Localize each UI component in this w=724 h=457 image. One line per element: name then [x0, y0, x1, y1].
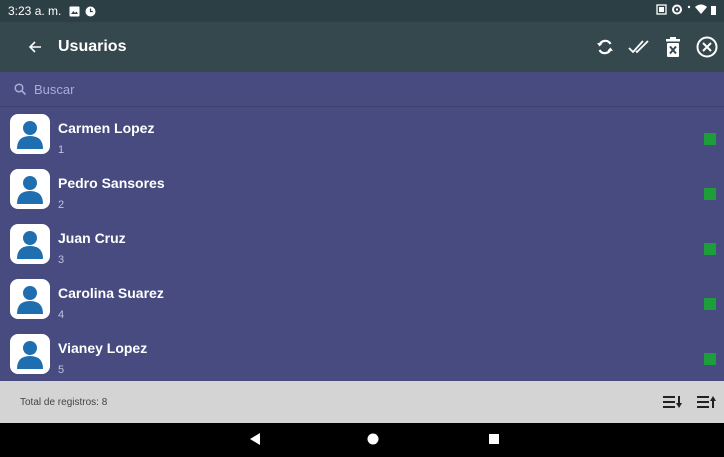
- search-icon: [14, 83, 26, 95]
- user-name: Pedro Sansores: [58, 175, 165, 191]
- image-notification-icon: [69, 6, 80, 17]
- trash-x-icon: [666, 37, 680, 57]
- avatar: [10, 114, 50, 154]
- user-row[interactable]: Pedro Sansores 2: [0, 162, 724, 217]
- avatar: [10, 334, 50, 374]
- search-input[interactable]: [34, 81, 634, 97]
- list-sort-up-icon: [697, 396, 716, 408]
- double-check-icon: [628, 40, 649, 54]
- avatar: [10, 169, 50, 209]
- battery-icon: [711, 4, 716, 18]
- delete-button[interactable]: [656, 22, 690, 72]
- screen-icon: [656, 4, 667, 18]
- user-avatar-icon: [17, 341, 43, 369]
- user-avatar-icon: [17, 121, 43, 149]
- wifi-icon: [695, 4, 707, 18]
- user-name: Carolina Suarez: [58, 285, 164, 301]
- sort-ascending-button[interactable]: [690, 395, 724, 409]
- user-row[interactable]: Vianey Lopez 5: [0, 327, 724, 381]
- status-indicator: [704, 298, 716, 310]
- user-id: 2: [58, 199, 65, 211]
- search-bar: [0, 72, 724, 107]
- app-bar: Usuarios: [0, 22, 724, 72]
- nav-home-button[interactable]: [366, 432, 380, 451]
- user-avatar-icon: [17, 231, 43, 259]
- page-title: Usuarios: [58, 38, 127, 55]
- close-circle-icon: [696, 36, 718, 58]
- arrow-left-icon: [28, 41, 41, 53]
- user-avatar-icon: [17, 176, 43, 204]
- square-recents-icon: [489, 434, 499, 444]
- avatar: [10, 224, 50, 264]
- user-row[interactable]: Carolina Suarez 4: [0, 272, 724, 327]
- list-sort-down-icon: [663, 396, 682, 408]
- status-time: 3:23 a. m.: [8, 4, 62, 18]
- data-saver-icon: [671, 4, 683, 18]
- nav-recents-button[interactable]: [487, 432, 501, 451]
- user-name: Juan Cruz: [58, 230, 126, 246]
- user-row[interactable]: Juan Cruz 3: [0, 217, 724, 272]
- user-id: 3: [58, 254, 65, 266]
- status-indicator: [704, 188, 716, 200]
- status-bar: 3:23 a. m.: [0, 0, 724, 22]
- user-list: Carmen Lopez 1 Pedro Sansores 2 Juan Cruz 3 Ca…: [0, 107, 724, 381]
- sort-descending-button[interactable]: [656, 395, 690, 409]
- user-name: Vianey Lopez: [58, 340, 148, 356]
- status-indicator: [704, 243, 716, 255]
- nav-back-button[interactable]: [248, 432, 262, 451]
- sync-button[interactable]: [588, 22, 622, 72]
- dot-icon: [687, 4, 691, 18]
- status-indicator: [704, 353, 716, 365]
- back-button[interactable]: [0, 22, 56, 72]
- user-id: 4: [58, 309, 65, 321]
- total-records-label: Total de registros: 8: [20, 396, 108, 408]
- status-indicator: [704, 133, 716, 145]
- triangle-back-icon: [250, 433, 260, 445]
- system-nav-bar: [0, 423, 724, 457]
- footer-bar: Total de registros: 8: [0, 381, 724, 423]
- user-avatar-icon: [17, 286, 43, 314]
- user-name: Carmen Lopez: [58, 120, 155, 136]
- user-id: 5: [58, 364, 65, 376]
- user-id: 1: [58, 144, 65, 156]
- close-button[interactable]: [690, 22, 724, 72]
- select-all-button[interactable]: [622, 22, 656, 72]
- user-row[interactable]: Carmen Lopez 1: [0, 107, 724, 162]
- avatar: [10, 279, 50, 319]
- clock-notification-icon: [85, 6, 96, 17]
- sync-icon: [597, 39, 613, 55]
- circle-home-icon: [367, 433, 379, 445]
